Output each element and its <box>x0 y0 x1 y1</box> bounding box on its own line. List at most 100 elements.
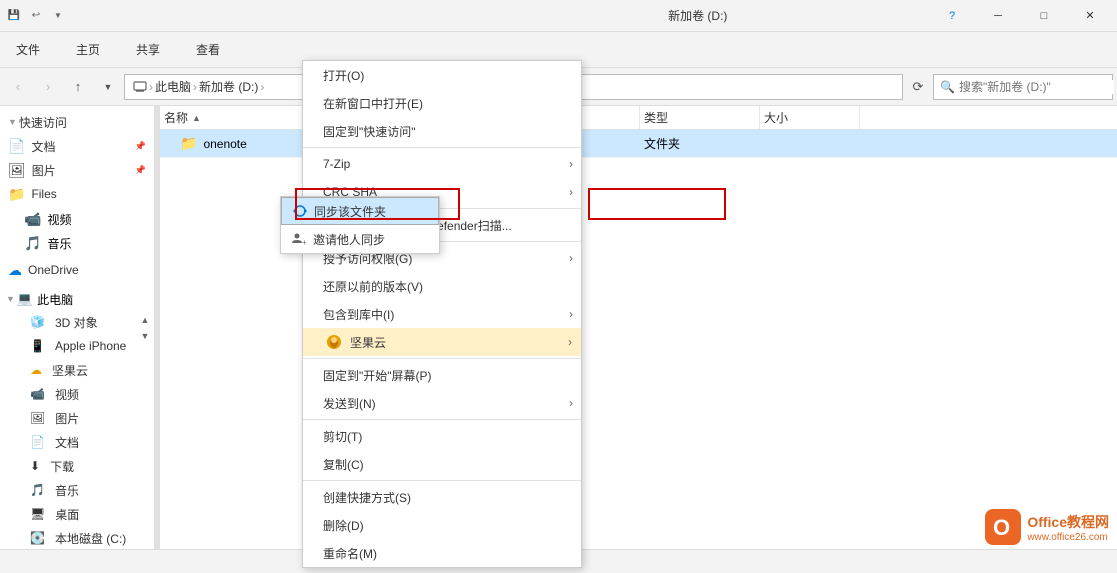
sidebar-item-files[interactable]: 📁 Files <box>0 182 154 206</box>
close-button[interactable]: ✕ <box>1067 0 1113 32</box>
sidebar-item-pics2[interactable]: 🖼 图片 <box>0 406 154 430</box>
sidebar-item-thispc-header[interactable]: ▼ 💻 此电脑 <box>0 286 154 310</box>
sidebar-item-c-drive[interactable]: 💽 本地磁盘 (C:) <box>0 526 154 549</box>
back-button[interactable]: ‹ <box>4 73 32 101</box>
menu-crc-arrow: › <box>569 185 573 199</box>
menu-7zip-arrow: › <box>569 157 573 171</box>
sidebar-item-docs2[interactable]: 📄 文档 <box>0 430 154 454</box>
sidebar-label-downloads: 下载 <box>50 458 74 475</box>
sidebar-scroll-up[interactable]: ▲ <box>135 312 155 328</box>
col-size-label: 大小 <box>764 109 788 126</box>
menu-jianguo-label: 坚果云 <box>350 334 386 351</box>
recent-button[interactable]: ▼ <box>94 73 122 101</box>
submenu-sync[interactable]: 同步该文件夹 <box>281 197 439 225</box>
sidebar-item-videos2[interactable]: 📹 视频 <box>0 382 154 406</box>
sidebar-item-onedrive[interactable]: ☁ OneDrive <box>0 258 154 282</box>
dl-icon: ⬇ <box>30 459 40 473</box>
tab-home[interactable]: 主页 <box>68 35 108 64</box>
doc-icon2: 📄 <box>30 435 45 449</box>
sep1 <box>303 147 581 148</box>
sidebar-item-videos[interactable]: 📹 视频 <box>0 206 154 230</box>
maximize-button[interactable]: □ <box>1021 0 1067 32</box>
context-menu: 打开(O) 在新窗口中打开(E) 固定到"快速访问" 7-Zip › CRC S… <box>302 60 582 568</box>
menu-grant-arrow: › <box>569 251 573 265</box>
breadcrumb-sep2: › <box>193 80 197 94</box>
sidebar-item-desktop[interactable]: 🖥 桌面 <box>0 502 154 526</box>
quick-access-dropdown[interactable]: ▼ <box>48 6 68 26</box>
quick-access-header[interactable]: ▼ 快速访问 <box>0 110 154 134</box>
sidebar-label-onedrive: OneDrive <box>28 263 79 277</box>
sidebar-label-videos2: 视频 <box>55 386 79 403</box>
sidebar-label-jianguo: 坚果云 <box>52 362 88 379</box>
menu-jianguo-arrow: › <box>568 335 572 349</box>
menu-7zip[interactable]: 7-Zip › <box>303 150 581 178</box>
menu-delete[interactable]: 删除(D) <box>303 511 581 539</box>
watermark-sitename: Office教程网 <box>1027 512 1109 532</box>
menu-send-label: 发送到(N) <box>323 395 376 412</box>
tb-save-icon[interactable]: 💾 <box>4 6 24 26</box>
tab-file[interactable]: 文件 <box>8 35 48 64</box>
submenu-invite[interactable]: + 邀请他人同步 <box>281 225 439 253</box>
submenu-invite-label: 邀请他人同步 <box>313 231 385 248</box>
menu-send-arrow: › <box>569 396 573 410</box>
search-icon: 🔍 <box>940 80 955 94</box>
music-icon2: 🎵 <box>30 483 45 497</box>
menu-jianguo[interactable]: 坚果云 › <box>303 328 581 356</box>
svg-text:+: + <box>302 238 306 246</box>
menu-open[interactable]: 打开(O) <box>303 61 581 89</box>
menu-7zip-label: 7-Zip <box>323 157 350 171</box>
menu-cut[interactable]: 剪切(T) <box>303 422 581 450</box>
menu-delete-label: 删除(D) <box>323 517 364 534</box>
up-button[interactable]: ↑ <box>64 73 92 101</box>
search-input[interactable] <box>959 80 1114 94</box>
folder-icon-onenote: 📁 <box>180 135 197 152</box>
menu-rename[interactable]: 重命名(M) <box>303 539 581 567</box>
search-box: 🔍 <box>933 74 1113 100</box>
sidebar-item-jianguo[interactable]: ☁ 坚果云 <box>0 358 154 382</box>
sidebar: ▼ 快速访问 📄 文档 📌 🖼 图片 📌 📁 Files 📹 视频 🎵 音乐 <box>0 106 155 549</box>
breadcrumb-pc[interactable] <box>133 79 147 94</box>
minimize-button[interactable]: ─ <box>975 0 1021 32</box>
menu-pin-start[interactable]: 固定到"开始"屏幕(P) <box>303 361 581 389</box>
breadcrumb: › 此电脑 › 新加卷 (D:) › <box>133 78 264 95</box>
menu-restore-label: 还原以前的版本(V) <box>323 278 423 295</box>
sep4 <box>303 358 581 359</box>
menu-create-shortcut[interactable]: 创建快捷方式(S) <box>303 483 581 511</box>
sidebar-scroll-down[interactable]: ▼ <box>135 328 155 344</box>
menu-restore[interactable]: 还原以前的版本(V) <box>303 272 581 300</box>
watermark: O Office教程网 www.office26.com <box>985 509 1109 545</box>
breadcrumb-thispc[interactable]: 此电脑 <box>155 78 191 95</box>
office-logo-icon: O <box>989 513 1017 541</box>
menu-new-window[interactable]: 在新窗口中打开(E) <box>303 89 581 117</box>
menu-pin-quick[interactable]: 固定到"快速访问" <box>303 117 581 145</box>
sync-icon <box>292 203 308 219</box>
sidebar-item-downloads[interactable]: ⬇ 下载 <box>0 454 154 478</box>
sidebar-item-3d[interactable]: 🧊 3D 对象 <box>0 310 154 334</box>
sidebar-item-iphone[interactable]: 📱 Apple iPhone <box>0 334 154 358</box>
menu-include-library[interactable]: 包含到库中(I) › <box>303 300 581 328</box>
menu-copy[interactable]: 复制(C) <box>303 450 581 478</box>
breadcrumb-drive[interactable]: 新加卷 (D:) <box>199 78 258 95</box>
sidebar-item-music2[interactable]: 🎵 音乐 <box>0 478 154 502</box>
tab-share[interactable]: 共享 <box>128 35 168 64</box>
sidebar-label-thispc: 此电脑 <box>37 291 73 308</box>
menu-copy-label: 复制(C) <box>323 456 364 473</box>
help-button[interactable]: ? <box>929 0 975 32</box>
col-header-type[interactable]: 类型 <box>640 106 760 129</box>
submenu-sync-label: 同步该文件夹 <box>314 203 386 220</box>
refresh-button[interactable]: ⟳ <box>905 74 931 100</box>
doc-icon: 📄 <box>8 138 25 155</box>
video-icon2: 📹 <box>30 387 45 401</box>
sidebar-item-music[interactable]: 🎵 音乐 <box>0 230 154 254</box>
menu-send-to[interactable]: 发送到(N) › <box>303 389 581 417</box>
sidebar-item-documents[interactable]: 📄 文档 📌 <box>0 134 154 158</box>
title-bar-icons: 💾 ↩ ▼ <box>4 6 467 26</box>
invite-icon: + <box>291 231 307 247</box>
submenu: 同步该文件夹 + 邀请他人同步 <box>280 196 440 254</box>
tab-view[interactable]: 查看 <box>188 35 228 64</box>
sidebar-item-pictures[interactable]: 🖼 图片 📌 <box>0 158 154 182</box>
tb-undo-icon[interactable]: ↩ <box>26 6 46 26</box>
forward-button[interactable]: › <box>34 73 62 101</box>
col-header-size[interactable]: 大小 <box>760 106 860 129</box>
img-icon2: 🖼 <box>30 411 45 425</box>
